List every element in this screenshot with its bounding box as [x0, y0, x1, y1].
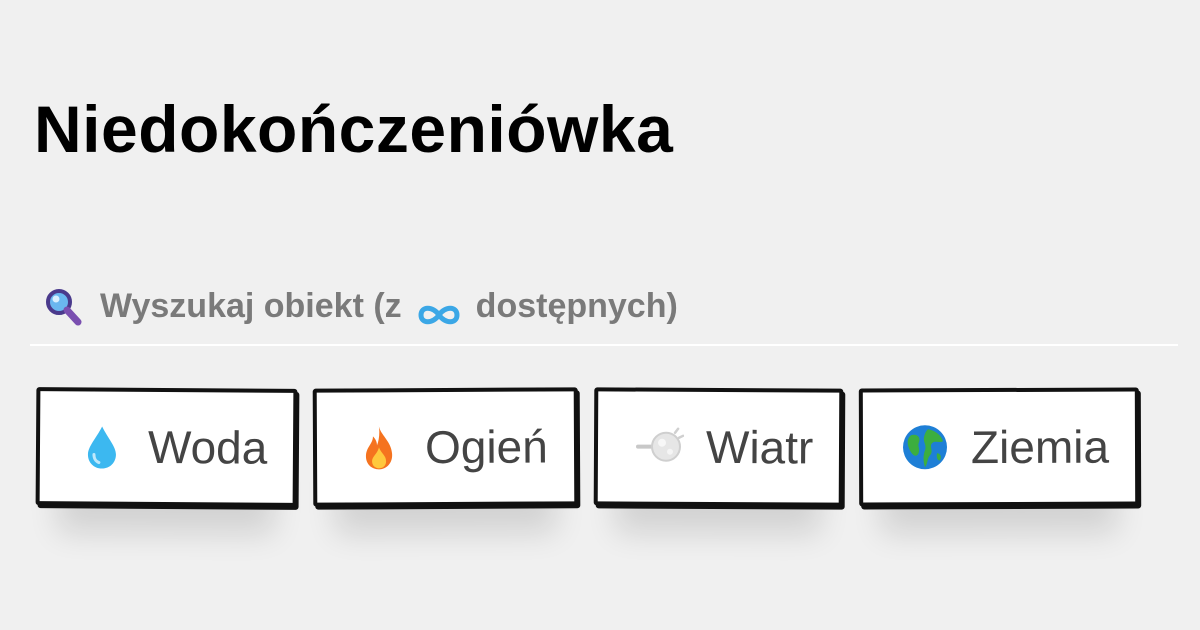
item-fire[interactable]: Ogień	[313, 387, 579, 507]
item-label: Woda	[147, 420, 268, 474]
water-drop-icon	[78, 422, 126, 470]
item-wind[interactable]: Wiatr	[593, 387, 844, 507]
fire-icon	[355, 423, 403, 471]
item-label: Wiatr	[705, 420, 814, 474]
item-label: Ogień	[425, 420, 549, 474]
wind-icon	[636, 423, 685, 471]
search-bar[interactable]: Wyszukaj obiekt (z dostępnych)	[30, 270, 1178, 346]
item-list: Woda Ogień Wiatr Ziemia	[35, 387, 1155, 507]
item-water[interactable]: Woda	[35, 387, 298, 507]
item-earth[interactable]: Ziemia	[859, 387, 1140, 507]
page-title: Niedokończeniówka	[34, 92, 674, 166]
magnifying-glass-icon	[40, 284, 86, 330]
earth-globe-icon	[901, 423, 949, 471]
item-label: Ziemia	[971, 420, 1110, 474]
search-input[interactable]	[100, 277, 1178, 337]
